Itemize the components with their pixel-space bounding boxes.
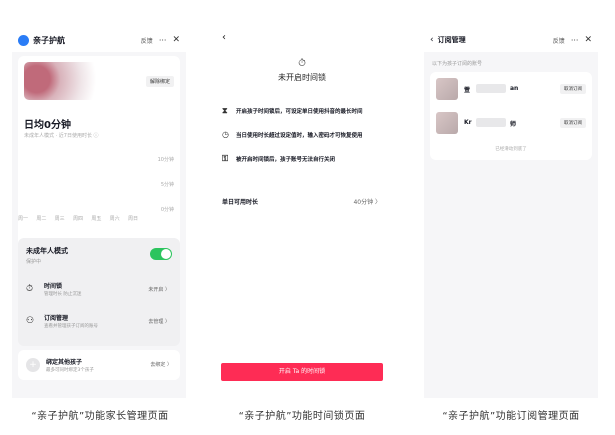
info-line: ⚿ 被开启时间锁后，孩子账号无法自行关闭 bbox=[222, 154, 387, 164]
list-item: Kr 师 取消订阅 bbox=[436, 112, 586, 138]
more-icon[interactable]: ··· bbox=[159, 36, 167, 45]
info-text: 当日使用时长超过设定值时，输入密码才可恢复使用 bbox=[236, 132, 363, 139]
weekday-label: 周六 bbox=[109, 216, 120, 222]
bind-title: 绑定其他孩子 bbox=[46, 359, 83, 366]
close-icon[interactable]: ✕ bbox=[172, 35, 180, 45]
y-tick: 10分钟 bbox=[157, 157, 174, 163]
subscription-row[interactable]: ⚇ 订阅管理 查看并管理孩子订阅的账号 去管理 〉 bbox=[24, 310, 174, 336]
daily-limit-value[interactable]: 40分钟 〉 bbox=[353, 197, 381, 206]
weekday-label: 周日 bbox=[127, 216, 138, 222]
hourglass-icon: ⧗ bbox=[222, 106, 228, 115]
caption: “亲子护航”功能时间锁页面 bbox=[238, 411, 366, 422]
weekday-label: 周一 bbox=[18, 216, 29, 222]
bind-other-child-row[interactable]: + 绑定其他孩子 最多可同时绑定3个孩子 去绑定 〉 bbox=[18, 350, 180, 380]
child-avatar bbox=[24, 62, 108, 100]
parent-management-screen: 亲子护航 反馈 ··· ✕ 解除绑定 日均0分钟 未成年人模式 · 近7日使用时… bbox=[12, 28, 186, 398]
account-name-end: 师 bbox=[510, 121, 517, 128]
list-hint: 以下为孩子订阅的账号 bbox=[432, 61, 483, 67]
minor-mode-status: 保护中 bbox=[26, 259, 42, 265]
avatar bbox=[436, 112, 458, 134]
top-bar: ‹ 订阅管理 反馈 ··· ✕ bbox=[424, 28, 598, 52]
y-tick: 0分钟 bbox=[160, 207, 174, 213]
name-redaction bbox=[476, 84, 506, 93]
feedback-button[interactable]: 反馈 bbox=[553, 36, 565, 45]
feedback-button[interactable]: 反馈 bbox=[141, 36, 153, 45]
subscription-list: 萱 an 取消订阅 Kr 师 取消订阅 已经滑动到底了 bbox=[430, 72, 592, 160]
daily-usage-subtitle: 未成年人模式 · 近7日使用时长 ⓘ bbox=[24, 133, 99, 139]
back-icon[interactable]: ‹ bbox=[222, 32, 226, 43]
time-lock-row[interactable]: ⏱ 时间锁 管理时长 防止沉迷 未开启 〉 bbox=[24, 278, 174, 304]
lock-icon: ⚿ bbox=[222, 154, 229, 163]
row-subtitle: 管理时长 防止沉迷 bbox=[44, 292, 82, 297]
more-icon[interactable]: ··· bbox=[571, 36, 579, 45]
account-name-end: an bbox=[510, 85, 519, 92]
child-profile-card: 解除绑定 日均0分钟 未成年人模式 · 近7日使用时长 ⓘ 10分钟 5分钟 0… bbox=[18, 56, 180, 252]
account-name-start: 萱 bbox=[464, 87, 471, 94]
bind-value: 去绑定 〉 bbox=[150, 362, 172, 368]
weekday-axis: 周一 周二 周三 周四 周五 周六 周日 bbox=[18, 215, 138, 222]
minor-mode-toggle[interactable] bbox=[150, 248, 172, 260]
caption: “亲子护航”功能家长管理页面 bbox=[31, 411, 169, 422]
back-icon[interactable]: ‹ bbox=[430, 35, 434, 45]
unsubscribe-button[interactable]: 取消订阅 bbox=[560, 118, 586, 128]
enable-time-lock-button[interactable]: 开启 Ta 的时间锁 bbox=[221, 363, 383, 381]
timer-icon: ⏱ bbox=[26, 284, 34, 294]
row-title: 时间锁 bbox=[44, 283, 63, 290]
minor-mode-title: 未成年人模式 bbox=[26, 247, 68, 255]
daily-limit-label: 单日可用时长 bbox=[222, 199, 259, 206]
end-of-list: 已经滑动到底了 bbox=[495, 147, 527, 152]
row-value: 未开启 〉 bbox=[148, 287, 170, 293]
y-tick: 5分钟 bbox=[160, 182, 174, 188]
subscription-management-screen: ‹ 订阅管理 反馈 ··· ✕ 以下为孩子订阅的账号 萱 an 取消订阅 Kr … bbox=[424, 28, 598, 398]
time-lock-screen: ‹ ⏱ 未开启时间锁 ⧗ 开启孩子时间锁后，可设定单日使用抖音的最长时间 ◷ 当… bbox=[215, 28, 389, 398]
minor-mode-card: 未成年人模式 保护中 ⏱ 时间锁 管理时长 防止沉迷 未开启 〉 ⚇ 订阅管理 … bbox=[18, 238, 180, 346]
weekday-label: 周四 bbox=[72, 216, 83, 222]
plus-icon: + bbox=[26, 358, 40, 372]
list-item: 萱 an 取消订阅 bbox=[436, 78, 586, 104]
shield-icon bbox=[18, 34, 29, 46]
info-line: ⧗ 开启孩子时间锁后，可设定单日使用抖音的最长时间 bbox=[222, 106, 387, 116]
top-bar: 亲子护航 反馈 ··· ✕ bbox=[12, 28, 186, 52]
info-text: 开启孩子时间锁后，可设定单日使用抖音的最长时间 bbox=[236, 109, 363, 115]
avatar bbox=[436, 78, 458, 100]
info-text: 被开启时间锁后，孩子账号无法自行关闭 bbox=[236, 157, 336, 163]
lock-icon: ⏱ bbox=[298, 58, 306, 69]
weekday-label: 周三 bbox=[54, 216, 65, 222]
daily-usage: 日均0分钟 bbox=[24, 120, 71, 131]
caption: “亲子护航”功能订阅管理页面 bbox=[442, 411, 580, 422]
row-title: 订阅管理 bbox=[44, 315, 69, 322]
unbind-button[interactable]: 解除绑定 bbox=[145, 76, 174, 87]
page-title: 订阅管理 bbox=[437, 36, 466, 44]
bind-subtitle: 最多可同时绑定3个孩子 bbox=[46, 368, 94, 373]
info-line: ◷ 当日使用时长超过设定值时，输入密码才可恢复使用 bbox=[222, 130, 387, 139]
close-icon[interactable]: ✕ bbox=[584, 35, 592, 45]
clock-icon: ◷ bbox=[222, 130, 229, 139]
row-subtitle: 查看并管理孩子订阅的账号 bbox=[44, 324, 98, 329]
page-title: 亲子护航 bbox=[33, 35, 65, 45]
weekday-label: 周二 bbox=[36, 216, 47, 222]
account-name-start: Kr bbox=[464, 119, 472, 126]
unsubscribe-button[interactable]: 取消订阅 bbox=[560, 84, 586, 94]
row-value: 去管理 〉 bbox=[148, 319, 170, 325]
people-icon: ⚇ bbox=[26, 316, 35, 326]
weekday-label: 周五 bbox=[91, 216, 102, 222]
lock-status-title: 未开启时间锁 bbox=[278, 73, 326, 82]
name-redaction bbox=[476, 118, 506, 127]
